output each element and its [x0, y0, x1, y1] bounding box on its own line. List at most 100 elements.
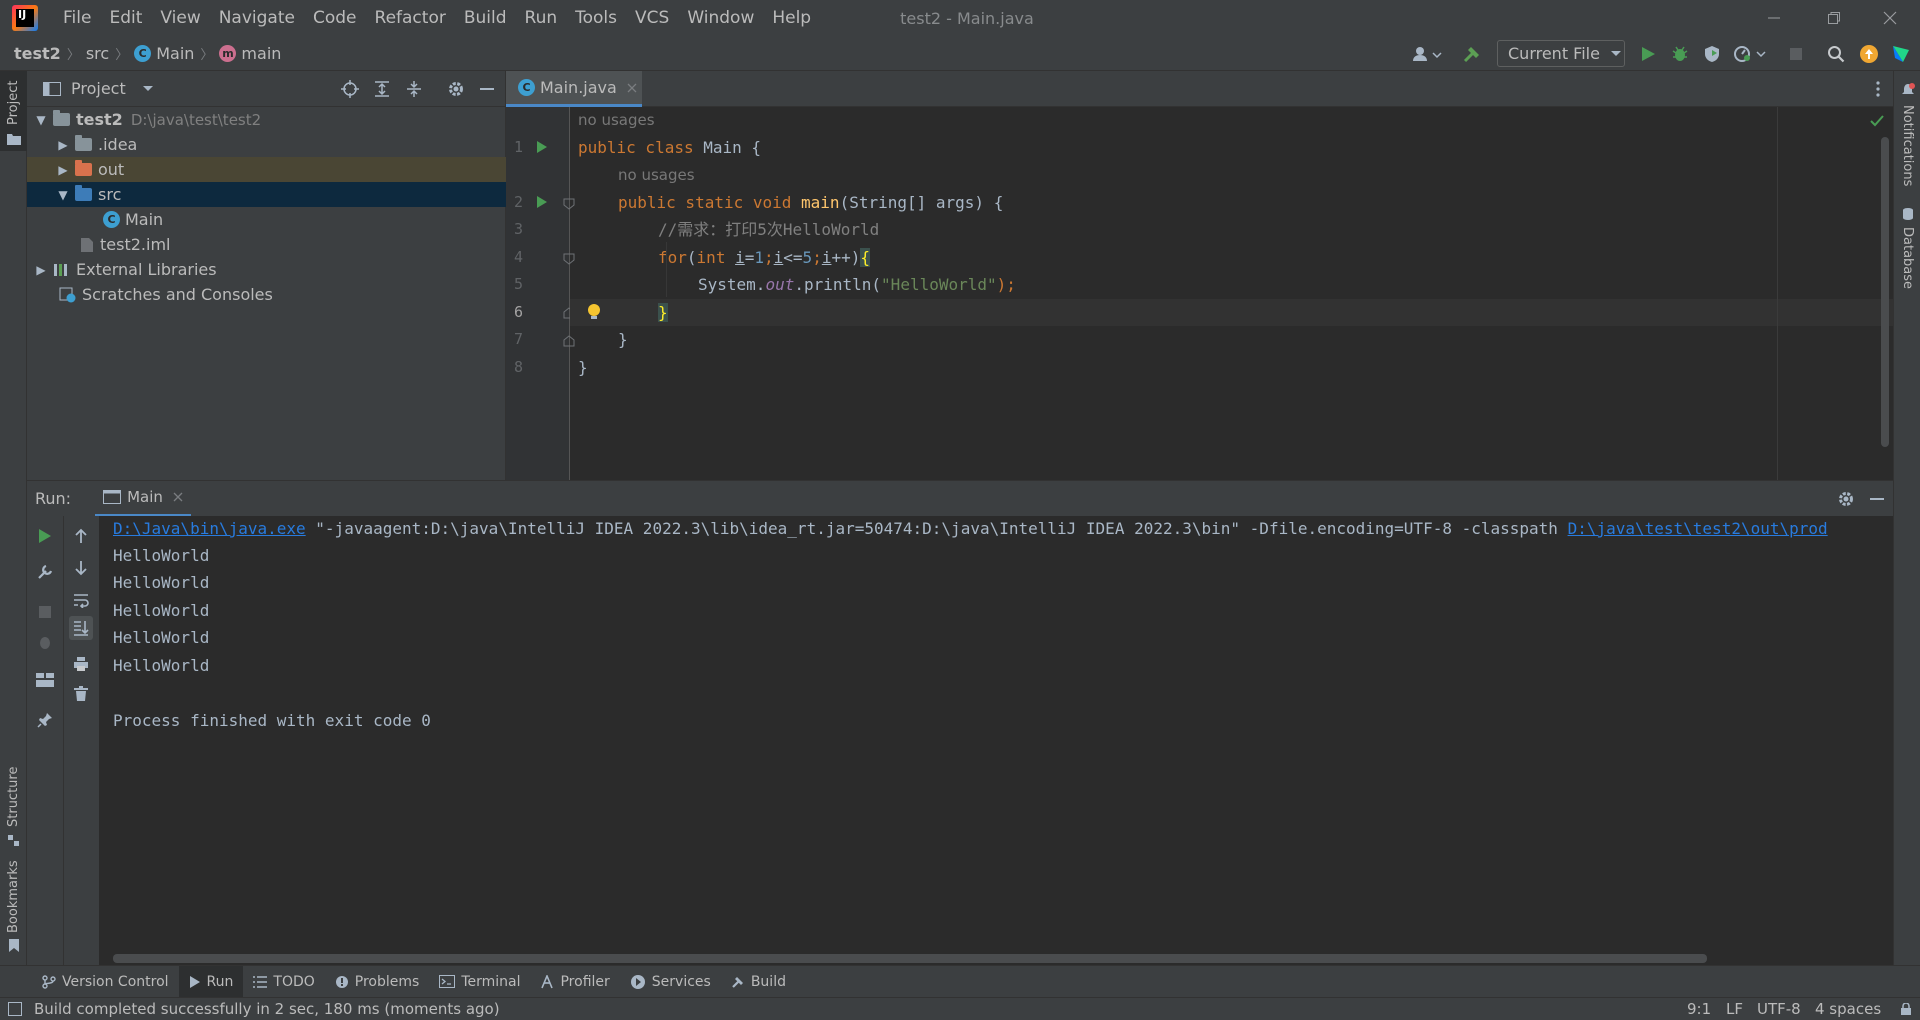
tab-main-java[interactable]: C Main.java — [506, 71, 642, 107]
menu-refactor[interactable]: Refactor — [366, 0, 455, 36]
bookmarks-tool-tab[interactable]: Bookmarks — [0, 851, 27, 952]
stop-icon[interactable] — [37, 604, 53, 620]
pin-icon[interactable] — [37, 712, 53, 728]
line-separator[interactable]: LF — [1726, 1000, 1743, 1018]
menu-navigate[interactable]: Navigate — [210, 0, 304, 36]
database-tool-tab[interactable]: Database — [1894, 207, 1920, 307]
expand-all-icon[interactable] — [373, 80, 391, 98]
usage-hint[interactable]: no usages — [618, 166, 695, 184]
chevron-right-icon[interactable]: ▶ — [55, 138, 71, 152]
menu-tools[interactable]: Tools — [566, 0, 626, 36]
breadcrumb-project[interactable]: test2 — [14, 44, 61, 63]
lightbulb-icon[interactable] — [586, 303, 602, 321]
project-panel-title[interactable]: Project — [71, 79, 126, 98]
tool-tab-problems[interactable]: Problems — [325, 966, 430, 998]
usage-hint[interactable]: no usages — [578, 111, 655, 129]
breadcrumb-src[interactable]: src — [86, 44, 109, 63]
indent-setting[interactable]: 4 spaces — [1815, 1000, 1881, 1018]
run-configuration-select[interactable]: Current File — [1497, 40, 1625, 67]
status-message[interactable]: Build completed successfully in 2 sec, 1… — [34, 1000, 500, 1018]
menu-edit[interactable]: Edit — [100, 0, 151, 36]
run-gutter-icon[interactable] — [536, 140, 548, 154]
file-encoding[interactable]: UTF-8 — [1757, 1000, 1801, 1018]
debug-disabled-icon[interactable] — [37, 634, 53, 650]
close-window-button[interactable] — [1862, 0, 1918, 36]
soft-wrap-icon[interactable] — [73, 592, 89, 608]
menu-file[interactable]: File — [54, 0, 100, 36]
fold-icon[interactable] — [563, 335, 575, 347]
arrow-down-icon[interactable] — [73, 560, 89, 576]
account-dropdown-button[interactable] — [1410, 42, 1444, 66]
restore-button[interactable] — [1806, 0, 1862, 36]
structure-tool-tab[interactable]: Structure — [0, 751, 27, 851]
search-everywhere-button[interactable] — [1824, 42, 1848, 66]
arrow-up-icon[interactable] — [73, 528, 89, 544]
minimize-button[interactable] — [1746, 0, 1802, 36]
tool-tab-services[interactable]: Services — [620, 966, 721, 998]
tree-item-project-root[interactable]: ▼ test2 D:\java\test\test2 — [27, 107, 506, 132]
editor-scrollbar[interactable] — [1881, 137, 1889, 447]
notifications-tool-tab[interactable]: Notifications — [1894, 71, 1920, 191]
menu-vcs[interactable]: VCS — [626, 0, 678, 36]
run-console[interactable]: D:\Java\bin\java.exe "-javaagent:D:\java… — [99, 516, 1893, 965]
gear-icon[interactable] — [1837, 490, 1855, 508]
build-project-button[interactable] — [1460, 42, 1484, 66]
gear-icon[interactable] — [447, 80, 465, 98]
menu-build[interactable]: Build — [455, 0, 516, 36]
run-button[interactable] — [1636, 42, 1660, 66]
tool-tab-todo[interactable]: TODO — [243, 966, 324, 998]
hide-panel-icon[interactable] — [479, 81, 495, 97]
updates-button[interactable] — [1857, 42, 1881, 66]
tool-tab-build[interactable]: Build — [721, 966, 796, 998]
menu-run[interactable]: Run — [516, 0, 567, 36]
menu-window[interactable]: Window — [678, 0, 763, 36]
tree-item-external-libraries[interactable]: ▶ External Libraries — [27, 257, 506, 282]
breadcrumb-class[interactable]: Main — [156, 44, 194, 63]
scroll-to-end-toggle[interactable] — [69, 616, 93, 640]
classpath-link[interactable]: D:\java\test\test2\out\prod — [1568, 519, 1828, 538]
chevron-right-icon[interactable]: ▶ — [55, 163, 71, 177]
tool-windows-toggle-icon[interactable] — [8, 1002, 22, 1016]
print-icon[interactable] — [73, 656, 89, 672]
fold-icon[interactable] — [563, 253, 575, 265]
run-tab-main[interactable]: Main — [95, 481, 191, 517]
lock-icon[interactable] — [1900, 1003, 1912, 1015]
hide-panel-icon[interactable] — [1869, 491, 1885, 507]
locate-file-icon[interactable] — [341, 80, 359, 98]
tool-tab-run[interactable]: Run — [178, 965, 244, 998]
chevron-down-icon[interactable] — [142, 85, 154, 93]
more-options-icon[interactable] — [1875, 80, 1881, 98]
tool-tab-terminal[interactable]: Terminal — [429, 966, 530, 998]
close-tab-icon[interactable] — [173, 492, 183, 502]
layout-icon[interactable] — [36, 673, 54, 687]
project-tool-tab[interactable]: Project — [0, 71, 27, 151]
tree-item-main[interactable]: C Main — [27, 207, 506, 232]
chevron-right-icon[interactable]: ▶ — [33, 263, 49, 277]
menu-code[interactable]: Code — [304, 0, 366, 36]
trash-icon[interactable] — [73, 686, 89, 702]
profile-dropdown-button[interactable] — [1732, 42, 1768, 66]
tool-tab-version-control[interactable]: Version Control — [32, 966, 179, 998]
breadcrumb-method[interactable]: main — [241, 44, 281, 63]
tree-item-iml[interactable]: test2.iml — [27, 232, 506, 257]
console-horizontal-scrollbar[interactable] — [113, 954, 1707, 963]
java-exe-link[interactable]: D:\Java\bin\java.exe — [113, 519, 306, 538]
menu-help[interactable]: Help — [763, 0, 820, 36]
tool-tab-profiler[interactable]: Profiler — [530, 966, 619, 998]
stop-button[interactable] — [1784, 42, 1808, 66]
menu-view[interactable]: View — [151, 0, 209, 36]
no-problems-check-icon[interactable] — [1870, 115, 1884, 127]
fold-icon[interactable] — [563, 198, 575, 210]
tree-item-idea[interactable]: ▶ .idea — [27, 132, 506, 157]
chevron-down-icon[interactable]: ▼ — [33, 113, 49, 127]
run-gutter-icon[interactable] — [536, 195, 548, 209]
tree-item-scratches[interactable]: Scratches and Consoles — [27, 282, 506, 307]
code-editor[interactable]: 1 2 3 4 5 6 7 8 no usages public class M… — [506, 107, 1893, 480]
chevron-down-icon[interactable]: ▼ — [55, 188, 71, 202]
close-tab-icon[interactable] — [627, 83, 637, 93]
run-with-coverage-button[interactable] — [1700, 42, 1724, 66]
wrench-icon[interactable] — [37, 564, 53, 580]
rerun-icon[interactable] — [37, 528, 53, 544]
collapse-all-icon[interactable] — [405, 80, 423, 98]
debug-button[interactable] — [1668, 42, 1692, 66]
